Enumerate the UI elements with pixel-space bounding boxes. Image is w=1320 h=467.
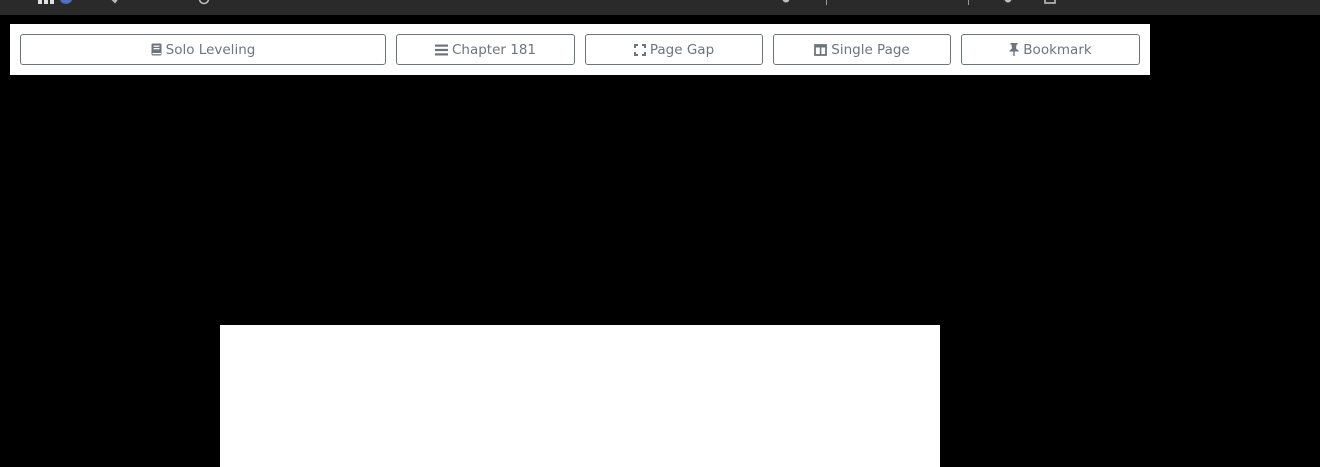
site-logo-icon[interactable]: [38, 0, 56, 4]
pin-icon: [1009, 43, 1019, 56]
top-navigation-bar: [0, 0, 1320, 15]
bookmark-button[interactable]: Bookmark: [961, 34, 1140, 65]
expand-icon: [633, 43, 646, 56]
nav-separator: [826, 0, 827, 5]
series-button[interactable]: Solo Leveling: [20, 34, 386, 65]
manga-page-image: [220, 325, 940, 467]
single-page-label: Single Page: [831, 41, 910, 58]
chapter-label: Chapter 181: [451, 41, 537, 58]
series-title: Solo Leveling: [165, 41, 256, 58]
columns-icon: [814, 43, 828, 56]
notification-icon[interactable]: [1002, 0, 1014, 5]
user-icon[interactable]: [780, 0, 792, 5]
history-icon[interactable]: [198, 0, 210, 5]
list-icon: [434, 44, 448, 55]
reader-toolbar: Solo Leveling Chapter 181 Page Gap Singl…: [10, 24, 1150, 75]
book-icon: [151, 43, 162, 56]
chapter-select-button[interactable]: Chapter 181: [396, 34, 575, 65]
page-gap-label: Page Gap: [649, 41, 715, 58]
check-icon[interactable]: [110, 0, 122, 5]
menu-icon[interactable]: [1044, 0, 1056, 5]
single-page-button[interactable]: Single Page: [773, 34, 951, 65]
page-gap-button[interactable]: Page Gap: [585, 34, 763, 65]
bookmark-label: Bookmark: [1023, 41, 1092, 58]
logo-badge-icon: [60, 0, 72, 4]
nav-separator: [968, 0, 969, 5]
